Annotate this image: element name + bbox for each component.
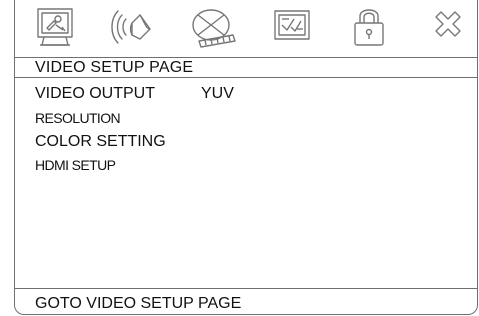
- dolby-disc-icon[interactable]: [189, 5, 237, 49]
- menu-item-resolution[interactable]: RESOLUTION: [35, 110, 121, 126]
- menu-item-hdmi-setup[interactable]: HDMI SETUP: [35, 157, 116, 173]
- setup-menu-frame: VIDEO SETUP PAGE VIDEO OUTPUT YUV RESOLU…: [14, 0, 478, 315]
- status-message: GOTO VIDEO SETUP PAGE: [35, 295, 242, 312]
- audio-setup-icon[interactable]: [110, 5, 158, 49]
- setup-icon-bar: [15, 0, 477, 57]
- title-divider-bottom: [15, 77, 477, 78]
- page-title: VIDEO SETUP PAGE: [35, 59, 194, 76]
- video-output-value: YUV: [201, 85, 234, 102]
- lock-icon[interactable]: [346, 5, 394, 49]
- status-divider: [15, 288, 477, 289]
- general-setup-icon[interactable]: [32, 5, 80, 49]
- menu-item-video-output[interactable]: VIDEO OUTPUT: [35, 85, 155, 103]
- menu-item-color-setting[interactable]: COLOR SETTING: [35, 133, 166, 151]
- video-setup-icon[interactable]: [269, 5, 317, 49]
- title-divider-top: [15, 57, 477, 58]
- exit-icon[interactable]: [428, 5, 476, 49]
